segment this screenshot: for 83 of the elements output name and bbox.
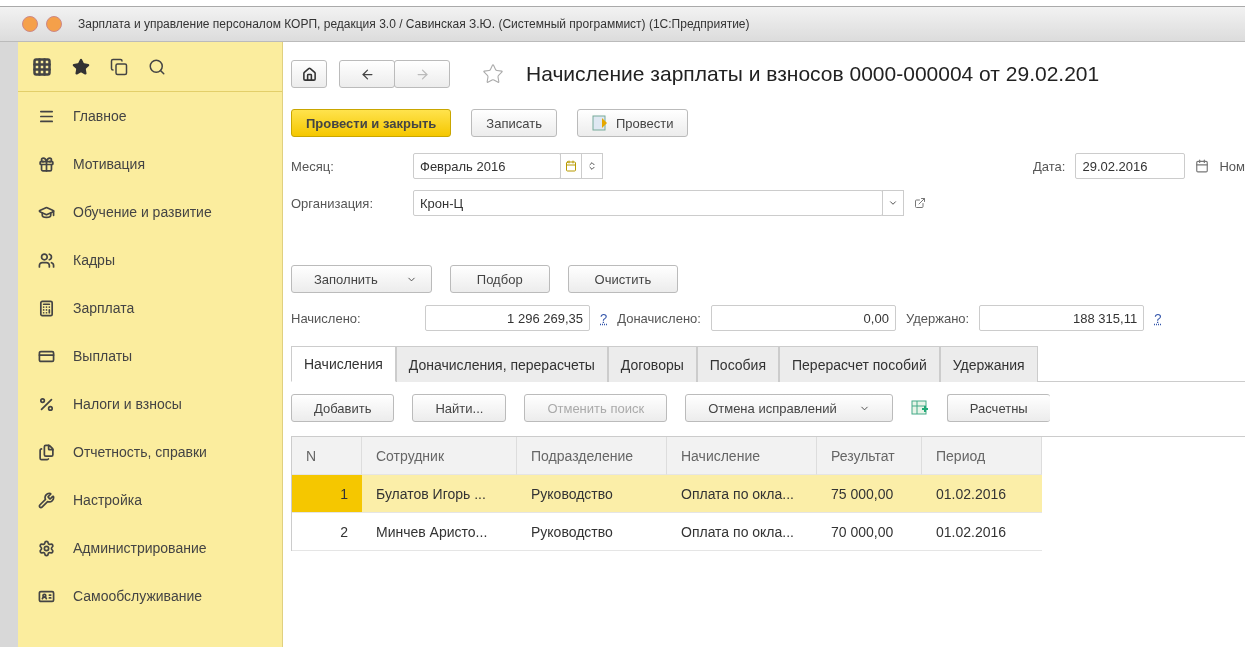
table-cell: Булатов Игорь ... [362, 475, 517, 513]
month-label: Месяц: [291, 158, 335, 174]
forward-arrow-icon [414, 66, 430, 82]
total-label: Удержано: [905, 310, 970, 326]
documents-icon [38, 443, 55, 461]
month-field[interactable]: Февраль 2016 [413, 153, 561, 179]
table-cell: 01.02.2016 [922, 475, 1042, 513]
calendar-button[interactable] [560, 153, 582, 179]
apps-grid-icon[interactable] [32, 56, 52, 77]
favorite-star-icon[interactable] [482, 63, 504, 85]
date-label: Дата: [1033, 158, 1066, 174]
column-header[interactable]: Сотрудник [362, 437, 517, 475]
save-button[interactable]: Записать [471, 109, 557, 137]
tab[interactable]: Пособия [696, 346, 779, 382]
up-down-arrows-icon [587, 161, 597, 171]
sidebar-item[interactable]: Зарплата [18, 284, 282, 332]
sidebar-item[interactable]: Кадры [18, 236, 282, 284]
table-cell: Руководство [517, 475, 667, 513]
calendar-icon [565, 160, 577, 172]
column-header[interactable]: Результат [817, 437, 922, 475]
organization-label: Организация: [291, 195, 375, 211]
tab[interactable]: Перерасчет пособий [779, 346, 940, 382]
table-cell: Оплата по окла... [667, 475, 817, 513]
tab[interactable]: Удержания [939, 346, 1038, 382]
dropdown-button[interactable] [882, 190, 904, 216]
sidebar-item[interactable]: Отчетность, справки [18, 428, 282, 476]
column-header[interactable]: N [292, 437, 362, 475]
document-post-icon [591, 115, 608, 131]
sidebar-item[interactable]: Мотивация [18, 140, 282, 188]
people-icon [38, 251, 55, 269]
search-icon[interactable] [148, 57, 166, 76]
sidebar-item[interactable]: Администрирование [18, 524, 282, 572]
toolbar-button[interactable]: Отмена исправлений [685, 394, 893, 422]
spinner-button[interactable] [581, 153, 603, 179]
toolbar-button[interactable]: Заполнить [291, 265, 432, 293]
help-link[interactable]: ? [600, 310, 608, 326]
sidebar-item[interactable]: Выплаты [18, 332, 282, 380]
sidebar-item[interactable]: Главное [18, 92, 282, 140]
tab[interactable]: Начисления [291, 346, 396, 382]
app-logo-icon[interactable] [22, 16, 38, 32]
total-label: Начислено: [291, 310, 362, 326]
toolbar-button[interactable]: Найти... [412, 394, 507, 422]
settings-icon [38, 539, 55, 557]
back-button[interactable] [339, 60, 395, 88]
forward-button[interactable] [394, 60, 450, 88]
post-button[interactable]: Провести [576, 109, 689, 137]
tab[interactable]: Доначисления, перерасчеты [395, 346, 608, 382]
percent-icon [38, 395, 55, 413]
sidebar-item[interactable]: Налоги и взносы [18, 380, 282, 428]
total-field: 0,00 [710, 305, 896, 331]
column-header[interactable]: Начисление [667, 437, 817, 475]
calendar-icon[interactable] [1195, 159, 1210, 173]
star-icon[interactable] [72, 57, 90, 76]
post-and-close-button[interactable]: Провести и закрыть [291, 109, 452, 137]
total-label: Доначислено: [617, 310, 701, 326]
column-header[interactable]: Период [922, 437, 1042, 475]
document-title: Начисление зарплаты и взносов 0000-000004 от 29.02.201 [526, 62, 1100, 86]
calculator-icon [38, 299, 55, 317]
sidebar-item[interactable]: Настройка [18, 476, 282, 524]
gift-icon [38, 155, 55, 173]
toolbar-button[interactable]: Подбор [449, 265, 550, 293]
table-add-icon[interactable] [910, 399, 929, 417]
date-field[interactable]: 29.02.2016 [1075, 153, 1186, 179]
home-icon [301, 66, 317, 82]
tab[interactable]: Договоры [607, 346, 697, 382]
sidebar-item[interactable]: Обучение и развитие [18, 188, 282, 236]
toolbar-button[interactable]: Очистить [567, 265, 679, 293]
payslip-button[interactable]: Расчетны [946, 394, 1050, 422]
organization-field[interactable]: Крон-Ц [413, 190, 883, 216]
window-title: Зарплата и управление персоналом КОРП, редакция 3.0 / Савинская З.Ю. (Системный программист) (1С:Предприятие) [78, 17, 751, 31]
table-cell: 75 000,00 [817, 475, 922, 513]
number-label: Ном [1219, 158, 1245, 174]
sidebar-item[interactable]: Самообслуживание [18, 572, 282, 620]
caret-icon [888, 198, 898, 208]
toolbar-button[interactable]: Добавить [291, 394, 395, 422]
wrench-icon [38, 491, 55, 509]
total-field: 1 296 269,35 [425, 305, 590, 331]
open-icon[interactable] [914, 197, 926, 209]
total-field: 188 315,11 [979, 305, 1145, 331]
table-cell: 1 [292, 475, 362, 513]
column-header[interactable]: Подразделение [517, 437, 667, 475]
home-button[interactable] [291, 60, 327, 88]
help-link[interactable]: ? [1154, 310, 1162, 326]
